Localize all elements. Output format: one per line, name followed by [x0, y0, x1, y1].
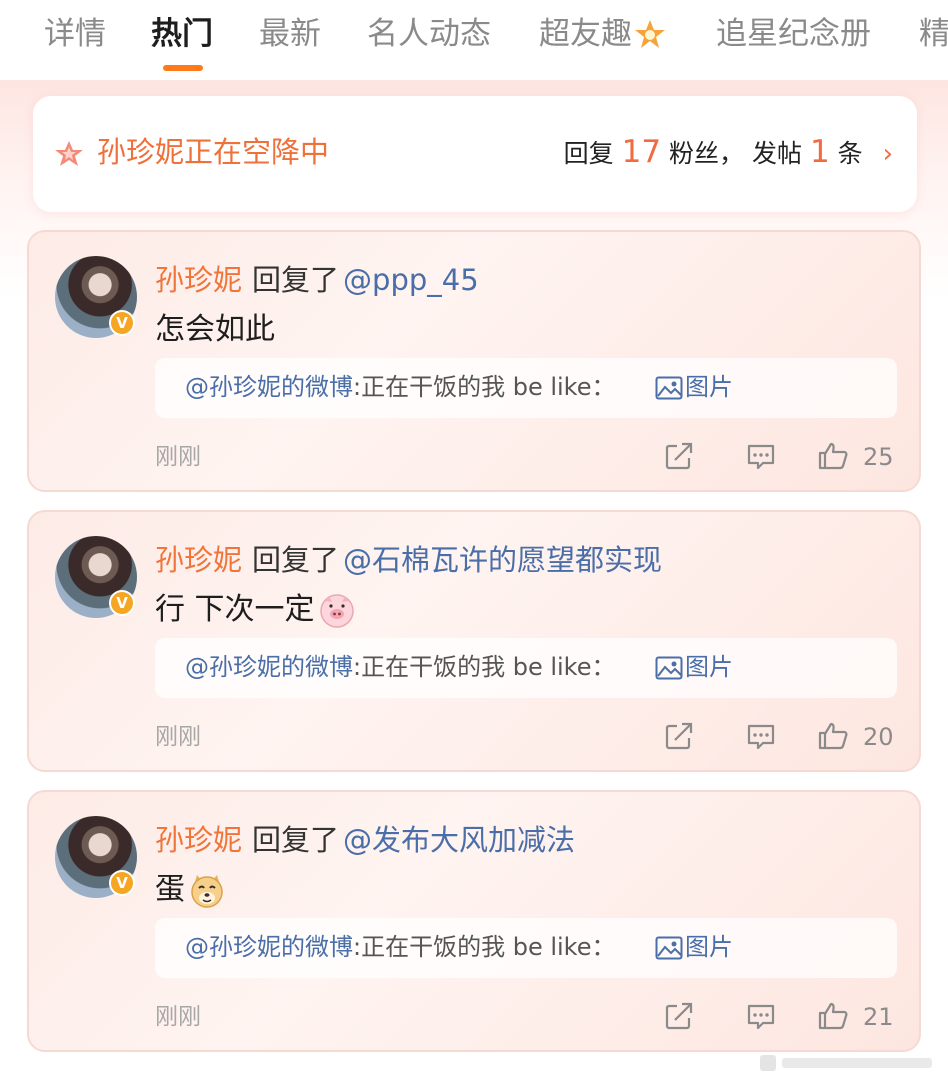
tab-super-fun[interactable]: 超友趣	[539, 14, 666, 54]
chevron-right-icon: ›	[882, 139, 893, 169]
comment-card[interactable]: V 孙珍妮 回复了 @ppp_45 怎会如此 @孙珍妮的微博:正在干饭的我 be l…	[27, 230, 921, 492]
comment-header: 孙珍妮 回复了 @发布大风加减法	[155, 820, 575, 860]
doge-face-icon	[191, 874, 223, 908]
reply-label: 回复了	[252, 543, 340, 577]
quoted-post[interactable]: @孙珍妮的微博:正在干饭的我 be like： 图片	[155, 638, 897, 698]
verified-badge-icon: V	[109, 590, 135, 616]
comment-button[interactable]	[745, 440, 777, 474]
quoted-body: :正在干饭的我 be like：	[353, 653, 616, 681]
tab-super-fun-label: 超友趣	[539, 16, 632, 52]
reply-suffix: 粉丝，	[669, 139, 745, 168]
quoted-body: :正在干饭的我 be like：	[353, 373, 616, 401]
tab-featured[interactable]: 精	[919, 14, 948, 54]
timestamp: 刚刚	[155, 444, 201, 470]
like-count: 25	[863, 443, 894, 471]
thumbs-up-icon	[818, 1002, 848, 1030]
comment-header: 孙珍妮 回复了 @ppp_45	[155, 260, 479, 300]
tab-hot[interactable]: 热门	[151, 14, 213, 54]
post-suffix: 条	[837, 139, 863, 168]
share-icon	[665, 442, 693, 470]
like-count: 21	[863, 1003, 894, 1031]
like-button[interactable]: 25	[817, 440, 894, 474]
watermark	[760, 1055, 932, 1071]
comment-icon	[747, 444, 775, 470]
share-button[interactable]	[663, 720, 695, 754]
weibo-super-topic-page: 详情 热门 最新 名人动态 超友趣 追星纪念册 精 孙珍妮正在空降中 回复 17…	[0, 0, 948, 1080]
image-link[interactable]: 图片	[655, 650, 733, 684]
author-name[interactable]: 孙珍妮	[155, 823, 242, 857]
image-link-label: 图片	[685, 653, 733, 681]
tab-bar: 详情 热门 最新 名人动态 超友趣 追星纪念册 精	[0, 0, 948, 80]
quoted-author-link[interactable]: @孙珍妮的微博	[185, 653, 353, 681]
author-name[interactable]: 孙珍妮	[155, 543, 242, 577]
comment-icon	[747, 724, 775, 750]
share-icon	[665, 722, 693, 750]
tab-latest[interactable]: 最新	[259, 14, 321, 54]
verified-badge-icon: V	[109, 310, 135, 336]
comment-text: 怎会如此	[155, 312, 275, 347]
comment-card[interactable]: V 孙珍妮 回复了 @石棉瓦许的愿望都实现 行 下次一定 @孙珍妮的微博:正在干饭的…	[27, 510, 921, 772]
quoted-post[interactable]: @孙珍妮的微博:正在干饭的我 be like： 图片	[155, 358, 897, 418]
image-icon	[655, 376, 683, 400]
reply-label: 回复了	[252, 263, 340, 297]
quoted-post-text: @孙珍妮的微博:正在干饭的我 be like：	[185, 930, 616, 964]
comment-card[interactable]: V 孙珍妮 回复了 @发布大风加减法 蛋 @孙珍妮的微博:正在干饭的我 be lik…	[27, 790, 921, 1052]
tab-fan-album[interactable]: 追星纪念册	[716, 14, 871, 54]
tab-celebrity-updates[interactable]: 名人动态	[367, 14, 491, 54]
thumbs-up-icon	[818, 722, 848, 750]
verified-badge-icon: V	[109, 870, 135, 896]
airdrop-stats: 回复 17 粉丝， 发帖 1 条 ›	[564, 134, 893, 172]
quoted-post-text: @孙珍妮的微博:正在干饭的我 be like：	[185, 650, 616, 684]
thumbs-up-icon	[818, 442, 848, 470]
comment-button[interactable]	[745, 1000, 777, 1034]
image-icon	[655, 936, 683, 960]
image-link-label: 图片	[685, 373, 733, 401]
quoted-author-link[interactable]: @孙珍妮的微博	[185, 933, 353, 961]
active-tab-indicator	[163, 65, 203, 71]
airdrop-banner[interactable]: 孙珍妮正在空降中 回复 17 粉丝， 发帖 1 条 ›	[33, 96, 917, 212]
quoted-post[interactable]: @孙珍妮的微博:正在干饭的我 be like： 图片	[155, 918, 897, 978]
comment-text-row: 行 下次一定	[155, 590, 355, 630]
image-link-label: 图片	[685, 933, 733, 961]
comment-header: 孙珍妮 回复了 @石棉瓦许的愿望都实现	[155, 540, 662, 580]
star-pin-icon	[55, 141, 83, 166]
comment-text: 行 下次一定	[155, 592, 315, 627]
image-link[interactable]: 图片	[655, 930, 733, 964]
reply-target-link[interactable]: @发布大风加减法	[343, 823, 575, 857]
reply-target-link[interactable]: @石棉瓦许的愿望都实现	[343, 543, 662, 577]
like-count: 20	[863, 723, 894, 751]
reply-count: 17	[621, 134, 662, 170]
reply-label: 回复了	[252, 823, 340, 857]
like-button[interactable]: 21	[817, 1000, 894, 1034]
comment-text: 蛋	[155, 872, 185, 907]
timestamp: 刚刚	[155, 1004, 201, 1030]
image-icon	[655, 656, 683, 680]
comment-icon	[747, 1004, 775, 1030]
pig-face-icon	[319, 593, 354, 628]
reply-prefix: 回复	[563, 139, 614, 168]
share-icon	[665, 1002, 693, 1030]
like-button[interactable]: 20	[817, 720, 894, 754]
comment-text-row: 蛋	[155, 870, 225, 910]
share-button[interactable]	[663, 1000, 695, 1034]
share-button[interactable]	[663, 440, 695, 474]
post-count: 1	[809, 134, 830, 170]
reply-target-link[interactable]: @ppp_45	[343, 263, 479, 297]
timestamp: 刚刚	[155, 724, 201, 750]
tab-details[interactable]: 详情	[44, 14, 106, 54]
author-name[interactable]: 孙珍妮	[155, 263, 242, 297]
comment-button[interactable]	[745, 720, 777, 754]
star-badge-icon	[635, 19, 665, 48]
image-link[interactable]: 图片	[655, 370, 733, 404]
quoted-post-text: @孙珍妮的微博:正在干饭的我 be like：	[185, 370, 616, 404]
post-prefix: 发帖	[751, 139, 802, 168]
airdrop-title: 孙珍妮正在空降中	[97, 135, 330, 169]
quoted-body: :正在干饭的我 be like：	[353, 933, 616, 961]
quoted-author-link[interactable]: @孙珍妮的微博	[185, 373, 353, 401]
